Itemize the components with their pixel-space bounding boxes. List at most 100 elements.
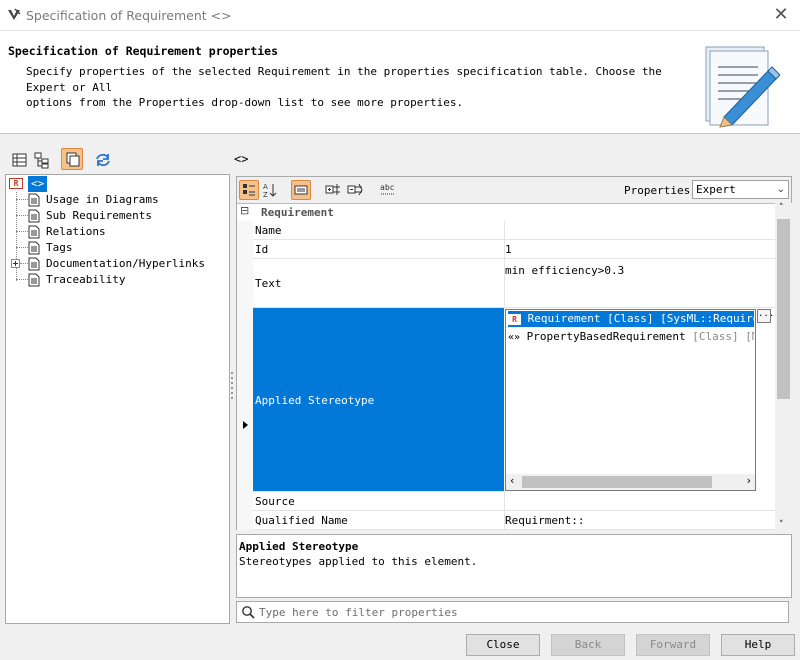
requirement-stereotype-icon: R: [508, 313, 521, 325]
document-icon: [28, 257, 40, 271]
property-name: Qualified Name: [255, 514, 348, 527]
document-icon: [28, 209, 40, 223]
tree-guide-line: [16, 247, 28, 248]
title-bar: Specification of Requirement <> ✕: [0, 0, 800, 31]
expand-toggle-icon[interactable]: [11, 259, 20, 268]
element-name-label: <>: [234, 152, 249, 166]
property-name: Text: [255, 277, 282, 290]
properties-toolbar: A Z abc Properties: Expert ⌄: [237, 177, 791, 203]
copy-button[interactable]: [61, 148, 83, 170]
tree-item-label: Tags: [46, 241, 73, 254]
property-row-text[interactable]: Text min efficiency>0.3: [253, 259, 775, 308]
stereotype-name: PropertyBasedRequirement: [526, 330, 686, 343]
document-icon: [28, 241, 40, 255]
scrollbar-thumb[interactable]: [522, 476, 712, 488]
sort-alphabetical-icon[interactable]: A Z: [262, 182, 278, 198]
app-logo-icon: [8, 8, 21, 20]
row-selected-marker-icon: [243, 421, 248, 429]
filter-box: [236, 601, 789, 623]
property-row-qualified-name[interactable]: Qualified Name Requirment::: [253, 511, 775, 530]
table-view-icon[interactable]: [10, 150, 30, 170]
properties-grid: ⊟ Requirement Name Id 1 Text min efficie…: [237, 203, 775, 530]
tree-guide-line: [20, 263, 28, 264]
svg-text:abc: abc: [380, 183, 395, 192]
properties-mode-dropdown[interactable]: Expert ⌄: [692, 180, 789, 199]
categorized-icon: [243, 184, 255, 196]
filter-properties-input[interactable]: [259, 604, 779, 620]
property-value[interactable]: Requirment::: [505, 514, 584, 527]
splitter-handle[interactable]: [230, 370, 234, 400]
column-divider: [504, 221, 505, 239]
description-text: Stereotypes applied to this element.: [239, 555, 478, 568]
column-divider: [504, 492, 505, 510]
description-title: Applied Stereotype: [239, 540, 359, 553]
show-description-button[interactable]: [291, 180, 311, 200]
search-icon: [242, 606, 255, 619]
stereotype-meta: [Class] [MBSE]: [692, 330, 754, 343]
edit-stereotypes-button[interactable]: ...: [757, 309, 774, 323]
expand-all-icon[interactable]: [325, 182, 341, 198]
stereotype-item-requirement[interactable]: R Requirement [Class] [SysML::Requiremen…: [508, 311, 754, 327]
group-label: Requirement: [261, 206, 334, 219]
tree-item-label: Traceability: [46, 273, 126, 286]
tree-guide-line: [16, 199, 28, 200]
tree-item-label: Sub Requirements: [46, 209, 152, 222]
stereotype-horizontal-scrollbar[interactable]: ‹ ›: [506, 474, 755, 490]
scroll-down-icon[interactable]: ˅: [779, 520, 784, 530]
document-icon: [28, 273, 40, 287]
forward-button[interactable]: Forward: [636, 634, 710, 656]
tree-item-label: Relations: [46, 225, 106, 238]
stereotype-name: Requirement: [527, 312, 601, 325]
stereotype-meta: [Class] [SysML::Requirements]: [607, 312, 754, 325]
tree-item-label: Usage in Diagrams: [46, 193, 159, 206]
tree-view-icon[interactable]: [32, 150, 52, 170]
property-description-panel: Applied Stereotype Stereotypes applied t…: [236, 534, 792, 598]
scroll-up-icon[interactable]: ˄: [779, 203, 784, 213]
stereotype-list[interactable]: R Requirement [Class] [SysML::Requiremen…: [505, 309, 756, 491]
property-name: Id: [255, 243, 269, 256]
dialog-header: Specification of Requirement properties …: [0, 31, 800, 134]
header-description: Specify properties of the selected Requi…: [26, 65, 662, 109]
copy-icon: [66, 152, 80, 167]
collapse-all-icon[interactable]: [347, 182, 363, 198]
close-button[interactable]: Close: [466, 634, 540, 656]
specification-tree: R <> Usage in Diagrams Sub Requirements …: [5, 174, 230, 624]
document-icon: [28, 193, 40, 207]
requirement-badge-icon: R: [9, 178, 23, 189]
property-value[interactable]: min efficiency>0.3: [505, 264, 624, 277]
property-name: Name: [255, 224, 282, 237]
scrollbar-thumb[interactable]: [777, 219, 790, 399]
svg-text:Z: Z: [263, 191, 268, 198]
properties-mode-value: Expert: [696, 183, 736, 196]
property-row-name[interactable]: Name: [253, 221, 775, 240]
property-name: Applied Stereotype: [255, 394, 375, 407]
categorized-view-button[interactable]: [239, 180, 259, 200]
tree-root-label: <>: [28, 176, 48, 192]
property-name: Source: [255, 495, 295, 508]
group-header-requirement[interactable]: ⊟ Requirement: [237, 204, 775, 221]
stereotype-item-propertybasedrequirement[interactable]: «» PropertyBasedRequirement [Class] [MBS…: [508, 329, 754, 345]
document-icon: [28, 225, 40, 239]
property-row-id[interactable]: Id 1: [253, 240, 775, 259]
header-title: Specification of Requirement properties: [8, 44, 279, 58]
window-title: Specification of Requirement <>: [26, 8, 232, 23]
scroll-left-icon[interactable]: ‹: [510, 474, 514, 487]
scroll-right-icon[interactable]: ›: [747, 474, 751, 487]
collapse-group-icon[interactable]: ⊟: [240, 204, 249, 217]
tree-guide-line: [16, 279, 28, 280]
description-icon: [294, 185, 308, 195]
chevron-down-icon: ⌄: [776, 184, 785, 195]
tree-item-label: Documentation/Hyperlinks: [46, 257, 205, 270]
window-close-icon[interactable]: ✕: [770, 4, 792, 26]
help-button[interactable]: Help: [721, 634, 795, 656]
tree-guide-line: [16, 231, 28, 232]
property-value[interactable]: 1: [505, 243, 512, 256]
properties-mode-label: Properties:: [624, 184, 697, 197]
properties-vertical-scrollbar[interactable]: ˄ ˅: [775, 203, 792, 530]
tree-guide-line: [16, 215, 28, 216]
back-button[interactable]: Back: [551, 634, 625, 656]
refresh-icon[interactable]: [93, 150, 113, 170]
spell-check-icon[interactable]: abc: [379, 181, 397, 199]
property-row-source[interactable]: Source: [253, 492, 775, 511]
properties-panel: A Z abc Properties: Expert ⌄ ⊟ Requireme…: [236, 176, 792, 530]
